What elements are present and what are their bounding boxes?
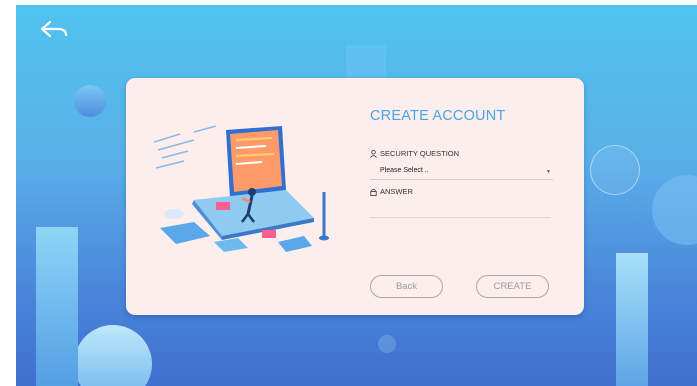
lock-icon — [370, 188, 377, 196]
back-arrow-icon[interactable] — [38, 19, 72, 39]
page-title: CREATE ACCOUNT — [370, 108, 506, 124]
decor-circle-left — [74, 85, 106, 117]
laptop-illustration — [154, 125, 329, 252]
security-question-value: Please Select .. — [380, 167, 429, 174]
create-button[interactable]: CREATE — [476, 275, 549, 298]
chevron-down-icon: ▼ — [546, 169, 551, 175]
decor-circle-right — [590, 145, 640, 195]
user-icon — [370, 149, 377, 158]
answer-input[interactable] — [370, 199, 551, 218]
decor-circle-bottom — [74, 325, 152, 386]
security-question-label-row: SECURITY QUESTION — [370, 149, 459, 158]
security-question-select[interactable]: Please Select .. ▼ — [370, 166, 553, 180]
security-question-label: SECURITY QUESTION — [380, 149, 460, 158]
decor-pillar-right — [616, 253, 648, 386]
code-lines-decoration — [154, 125, 217, 169]
decor-circle-small — [378, 335, 396, 353]
answer-label-row: ANSWER — [370, 187, 413, 196]
answer-label: ANSWER — [380, 187, 413, 196]
decor-circle-far-right — [652, 175, 697, 245]
back-button[interactable]: Back — [370, 275, 443, 298]
decor-pillar-left — [36, 227, 78, 386]
app-screen: CREATE ACCOUNT — [16, 5, 697, 386]
